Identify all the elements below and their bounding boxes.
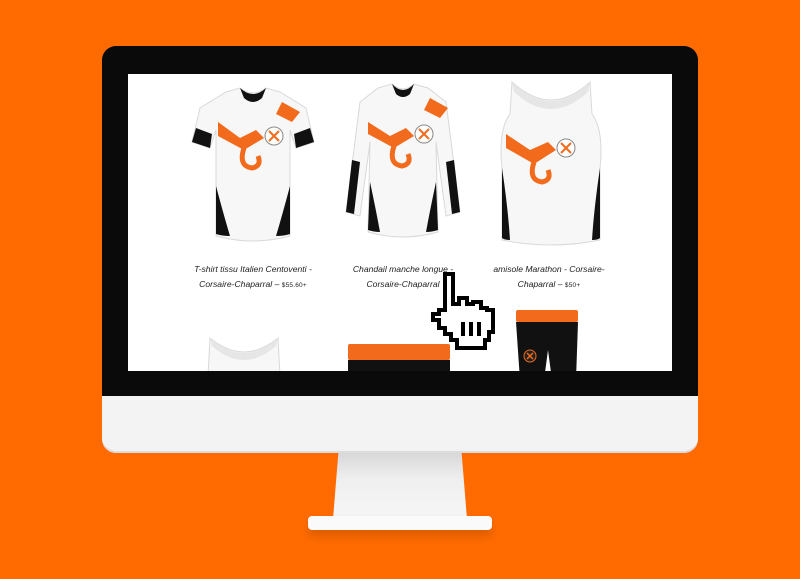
- longsleeve-image[interactable]: [328, 82, 478, 252]
- product-card-tshirt[interactable]: T-shirt tissu Italien Centoventi - Corsa…: [178, 86, 328, 289]
- monitor-bezel: T-shirt tissu Italien Centoventi - Corsa…: [102, 46, 698, 396]
- tshirt-image[interactable]: [178, 86, 328, 251]
- desktop-monitor: T-shirt tissu Italien Centoventi - Corsa…: [102, 46, 698, 453]
- crossed-swords-logo-icon: [414, 124, 434, 144]
- product-price: $55.60+: [281, 282, 307, 289]
- product-card-longsleeve[interactable]: Chandail manche longue - Corsaire-Chapar…: [328, 82, 478, 289]
- tights-image-row2[interactable]: [512, 310, 582, 371]
- monitor-stand-neck: [333, 453, 467, 519]
- camisole-image[interactable]: [496, 78, 606, 253]
- camisole-image-row2[interactable]: [204, 336, 284, 371]
- crossed-swords-logo-icon: [264, 126, 284, 146]
- product-caption: T-shirt tissu Italien Centoventi - Corsa…: [173, 262, 333, 293]
- crossed-swords-logo-icon: [556, 138, 576, 158]
- product-name-line2[interactable]: Chaparral: [518, 279, 556, 289]
- product-price: $50+: [564, 282, 581, 289]
- price-separator: –: [557, 279, 563, 289]
- shop-product-grid: T-shirt tissu Italien Centoventi - Corsa…: [128, 74, 672, 371]
- product-name-line2[interactable]: Corsaire-Chaparral: [199, 279, 272, 289]
- product-name-line1[interactable]: T-shirt tissu Italien Centoventi -: [173, 262, 333, 277]
- product-card-camisole[interactable]: amisole Marathon - Corsaire- Chaparral –…: [493, 78, 606, 289]
- pointer-hand-cursor-icon: [431, 272, 495, 350]
- monitor-chin: [102, 396, 698, 453]
- price-separator: –: [274, 279, 280, 289]
- crossed-swords-logo-icon: [523, 349, 537, 363]
- monitor-stand-foot: [308, 516, 492, 530]
